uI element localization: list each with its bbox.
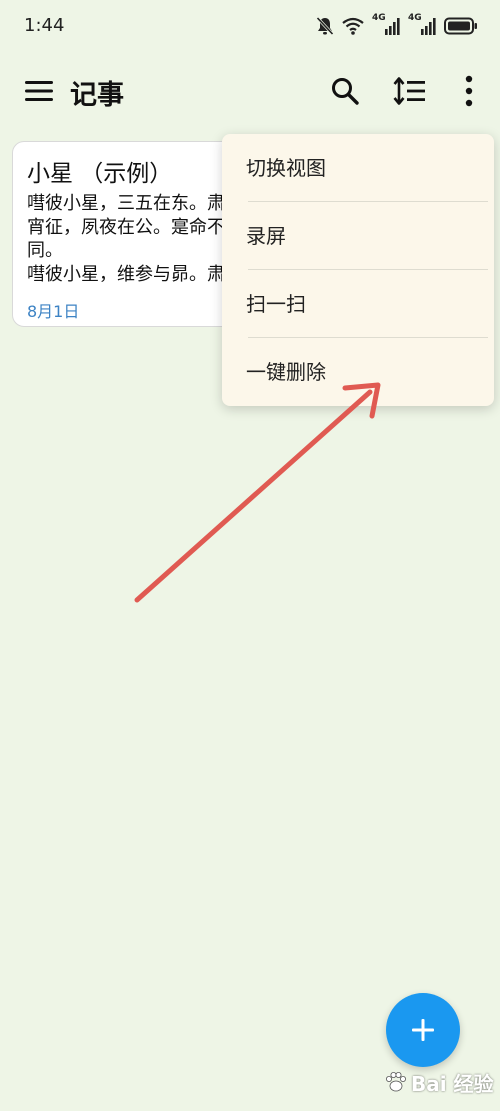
status-time: 1:44 [24, 15, 65, 36]
battery-icon [444, 17, 477, 35]
status-bar: 1:44 4G 4G [0, 0, 500, 52]
menu-item-screen-record[interactable]: 录屏 [222, 202, 494, 270]
more-vert-icon[interactable] [458, 74, 480, 108]
signal-4g-icon: 4G [372, 13, 400, 37]
page-title: 记事 [70, 80, 124, 111]
paw-icon [386, 1072, 406, 1092]
menu-item-switch-view[interactable]: 切换视图 [222, 134, 494, 202]
signal-4g-icon: 4G [408, 13, 436, 37]
note-title: 小星 （示例） [27, 161, 173, 187]
app-bar: 记事 [0, 62, 500, 120]
status-icons: 4G 4G [316, 13, 478, 38]
search-icon[interactable] [330, 76, 360, 106]
overflow-menu: 切换视图 录屏 扫一扫 一键删除 [222, 134, 494, 406]
wifi-icon [342, 17, 364, 35]
plus-icon [412, 1019, 434, 1041]
mute-bell-icon [316, 16, 334, 36]
menu-item-delete-all[interactable]: 一键删除 [222, 338, 494, 406]
watermark-text: Bai 经验 [411, 1071, 494, 1096]
menu-item-scan[interactable]: 扫一扫 [222, 270, 494, 338]
add-note-button[interactable] [386, 993, 460, 1067]
note-date: 8月1日 [27, 302, 80, 321]
baidu-watermark: Bai 经验 [383, 1058, 497, 1106]
menu-icon[interactable] [24, 78, 54, 104]
sort-icon[interactable] [393, 76, 427, 106]
